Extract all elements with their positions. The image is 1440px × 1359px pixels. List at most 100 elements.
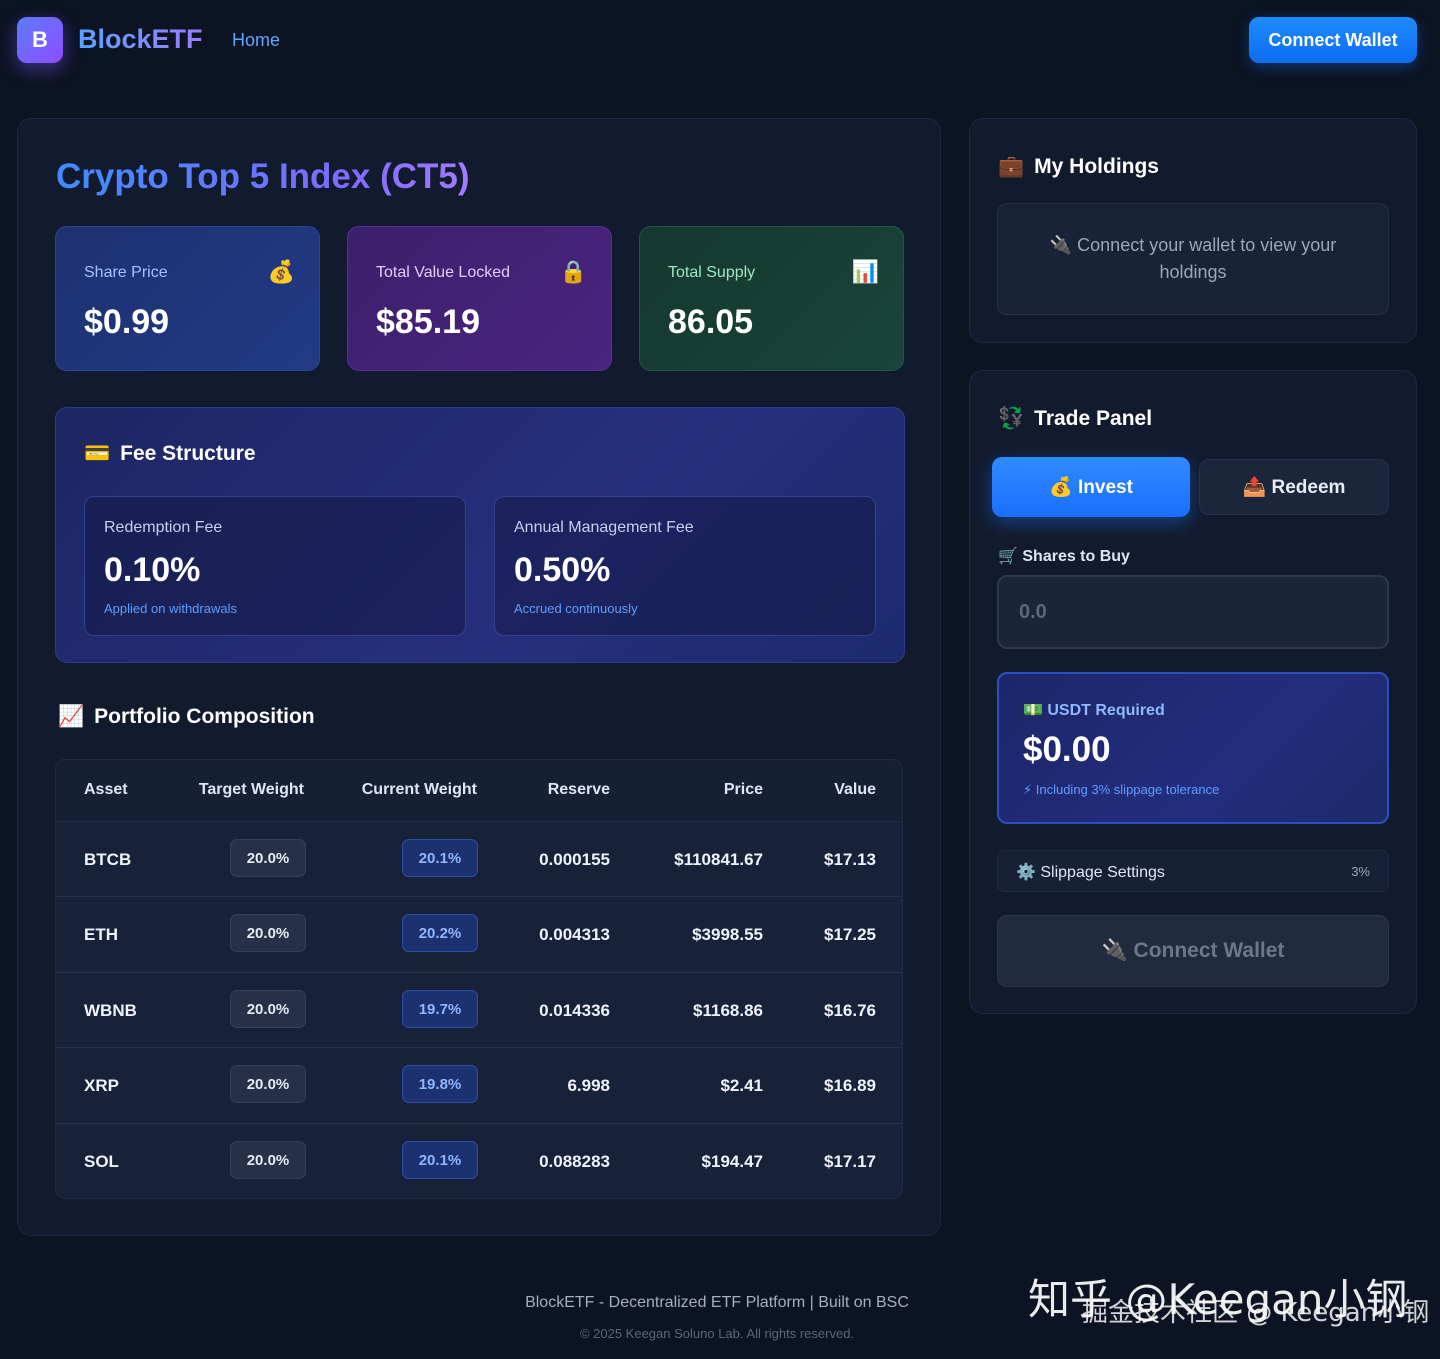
target-weight-badge: 20.0%: [230, 1141, 306, 1179]
column-header-value: Value: [834, 781, 876, 798]
slippage-value: 3%: [1351, 864, 1370, 879]
trade-title: Trade Panel: [1034, 407, 1153, 430]
stat-value: 86.05: [668, 303, 754, 341]
fee-value: 0.50%: [514, 551, 611, 589]
slippage-settings-label: ⚙️ Slippage Settings: [1016, 864, 1165, 881]
bar-chart-icon: 📊: [851, 259, 879, 284]
stat-label: Total Value Locked: [376, 264, 511, 281]
asset-cell: WBNB: [84, 1001, 137, 1020]
plug-icon: 🔌: [1049, 235, 1073, 255]
fee-note: Applied on withdrawals: [104, 601, 237, 616]
table-row[interactable]: XRP 20.0% 19.8% 6.998 $2.41 $16.89: [56, 1047, 902, 1122]
stat-value: $0.99: [84, 303, 170, 341]
fee-label: Redemption Fee: [104, 519, 223, 536]
fee-note: Accrued continuously: [514, 601, 638, 616]
table-row[interactable]: ETH 20.0% 20.2% 0.004313 $3998.55 $17.25: [56, 896, 902, 971]
asset-cell: ETH: [84, 925, 118, 944]
table-header: Asset Target Weight Current Weight Reser…: [56, 760, 902, 821]
portfolio-heading: 📈 Portfolio Composition: [58, 705, 315, 729]
current-weight-badge: 19.8%: [402, 1065, 478, 1103]
value-cell: $16.89: [824, 1076, 876, 1095]
top-header: B BlockETF Home Connect Wallet: [0, 0, 1440, 84]
table-row[interactable]: BTCB 20.0% 20.1% 0.000155 $110841.67 $17…: [56, 821, 902, 896]
price-cell: $110841.67: [674, 850, 763, 869]
fee-structure-title: Fee Structure: [120, 442, 256, 465]
reserve-cell: 0.014336: [539, 1001, 610, 1020]
total-supply-card: Total Supply 📊 86.05: [639, 226, 904, 371]
asset-cell: XRP: [84, 1076, 119, 1095]
watermark-juejin: 掘金技术社区 @ Keegan小钢: [1082, 1298, 1430, 1328]
trend-chart-icon: 📈: [58, 705, 85, 728]
management-fee-box: Annual Management Fee 0.50% Accrued cont…: [494, 496, 876, 636]
stat-label: Total Supply: [668, 264, 756, 281]
usdt-required-box: 💵 USDT Required $0.00 ⚡ Including 3% sli…: [997, 672, 1389, 824]
trade-panel: 💱 Trade Panel 💰 Invest 📤 Redeem 🛒 Shares…: [969, 370, 1417, 1014]
portfolio-table: Asset Target Weight Current Weight Reser…: [55, 759, 903, 1199]
holdings-heading: 💼 My Holdings: [998, 155, 1159, 179]
column-header-price: Price: [723, 781, 763, 798]
shares-to-buy-label: 🛒 Shares to Buy: [998, 548, 1130, 565]
target-weight-badge: 20.0%: [230, 990, 306, 1028]
nav-home-link[interactable]: Home: [232, 30, 280, 51]
column-header-target-weight: Target Weight: [198, 781, 304, 798]
redemption-fee-box: Redemption Fee 0.10% Applied on withdraw…: [84, 496, 466, 636]
current-weight-badge: 20.2%: [402, 914, 478, 952]
target-weight-badge: 20.0%: [230, 914, 306, 952]
brand-name[interactable]: BlockETF: [78, 24, 203, 55]
portfolio-title: Portfolio Composition: [94, 705, 315, 728]
share-price-card: Share Price 💰 $0.99: [55, 226, 320, 371]
usdt-required-value: $0.00: [1023, 730, 1111, 769]
briefcase-icon: 💼: [998, 155, 1025, 178]
reserve-cell: 0.000155: [539, 850, 610, 869]
usdt-required-label: 💵 USDT Required: [1023, 702, 1165, 719]
current-weight-badge: 19.7%: [402, 990, 478, 1028]
target-weight-badge: 20.0%: [230, 1065, 306, 1103]
connect-wallet-button[interactable]: Connect Wallet: [1249, 17, 1417, 63]
value-cell: $16.76: [824, 1001, 876, 1020]
fee-structure-heading: 💳 Fee Structure: [84, 442, 256, 466]
table-row[interactable]: SOL 20.0% 20.1% 0.088283 $194.47 $17.17: [56, 1123, 902, 1198]
current-weight-badge: 20.1%: [402, 839, 478, 877]
tab-invest[interactable]: 💰 Invest: [992, 457, 1190, 517]
slippage-note: ⚡ Including 3% slippage tolerance: [1023, 782, 1220, 797]
price-cell: $2.41: [720, 1076, 763, 1095]
lock-icon: 🔒: [559, 259, 587, 284]
holdings-empty-text: Connect your wallet to view your holding…: [1077, 235, 1337, 282]
currency-exchange-icon: 💱: [998, 407, 1025, 430]
logo-badge[interactable]: B: [17, 17, 63, 63]
stat-value: $85.19: [376, 303, 480, 341]
value-cell: $17.17: [824, 1152, 876, 1171]
price-cell: $1168.86: [693, 1001, 763, 1020]
holdings-empty-state: 🔌 Connect your wallet to view your holdi…: [997, 203, 1389, 315]
money-bag-icon: 💰: [267, 259, 295, 284]
credit-card-icon: 💳: [84, 442, 111, 465]
reserve-cell: 0.004313: [539, 925, 610, 944]
column-header-reserve: Reserve: [547, 781, 610, 798]
price-cell: $3998.55: [692, 925, 763, 944]
shares-input[interactable]: [997, 575, 1389, 649]
fee-label: Annual Management Fee: [514, 519, 694, 536]
value-cell: $17.25: [824, 925, 876, 944]
holdings-title: My Holdings: [1034, 155, 1159, 178]
table-row[interactable]: WBNB 20.0% 19.7% 0.014336 $1168.86 $16.7…: [56, 972, 902, 1047]
stat-label: Share Price: [84, 264, 168, 281]
trade-heading: 💱 Trade Panel: [998, 407, 1152, 431]
asset-cell: BTCB: [84, 850, 132, 869]
my-holdings-panel: 💼 My Holdings 🔌 Connect your wallet to v…: [969, 118, 1417, 343]
target-weight-badge: 20.0%: [230, 839, 306, 877]
index-panel: Crypto Top 5 Index (CT5) Share Price 💰 $…: [17, 118, 941, 1236]
reserve-cell: 0.088283: [539, 1152, 610, 1171]
page-title: Crypto Top 5 Index (CT5): [56, 157, 470, 196]
price-cell: $194.47: [701, 1152, 763, 1171]
asset-cell: SOL: [84, 1152, 119, 1171]
column-header-asset: Asset: [84, 781, 128, 798]
total-value-locked-card: Total Value Locked 🔒 $85.19: [347, 226, 612, 371]
fee-value: 0.10%: [104, 551, 201, 589]
slippage-settings-toggle[interactable]: ⚙️ Slippage Settings 3%: [997, 850, 1389, 892]
trade-connect-wallet-button[interactable]: 🔌 Connect Wallet: [997, 915, 1389, 987]
reserve-cell: 6.998: [567, 1076, 610, 1095]
current-weight-badge: 20.1%: [402, 1141, 478, 1179]
value-cell: $17.13: [824, 850, 876, 869]
column-header-current-weight: Current Weight: [361, 781, 477, 798]
tab-redeem[interactable]: 📤 Redeem: [1199, 459, 1389, 515]
